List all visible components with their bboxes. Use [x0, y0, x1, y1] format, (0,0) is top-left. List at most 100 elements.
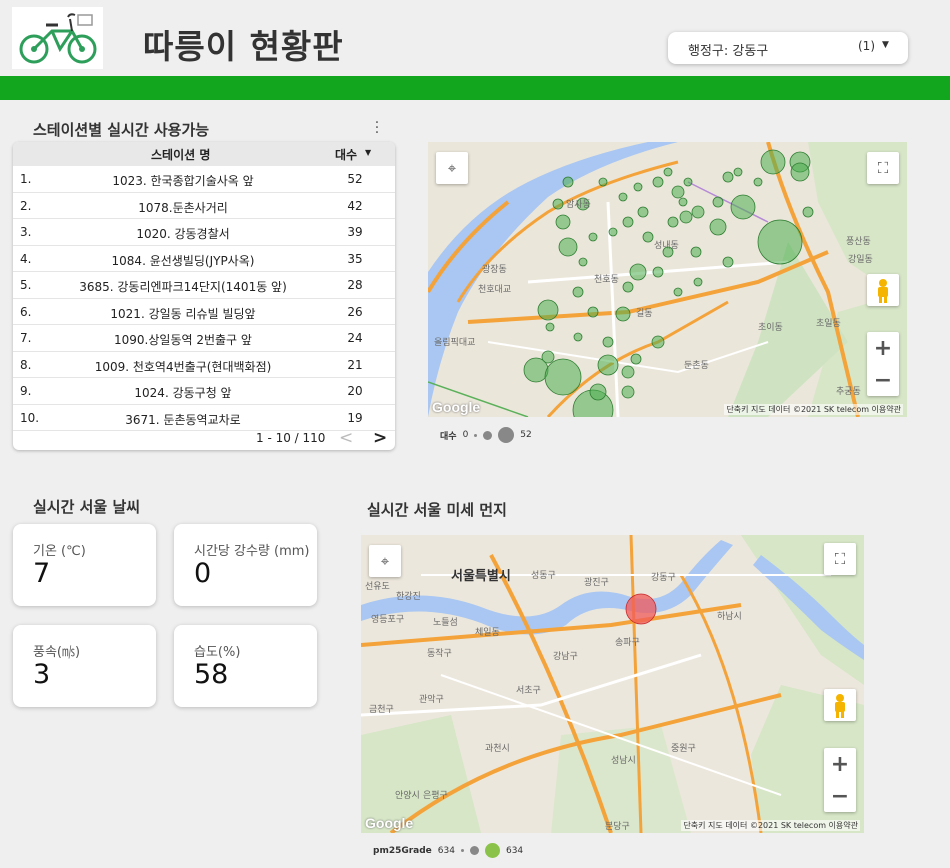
station-bubble[interactable]: [690, 246, 702, 258]
station-bubble[interactable]: [760, 149, 786, 175]
fullscreen-icon[interactable]: ⛶: [867, 152, 899, 184]
station-bubble[interactable]: [757, 219, 803, 265]
station-bubble[interactable]: [552, 198, 564, 210]
station-bubble[interactable]: [602, 336, 614, 348]
station-bubble[interactable]: [730, 194, 756, 220]
dust-bubble[interactable]: [625, 593, 657, 625]
station-bubble[interactable]: [671, 185, 685, 199]
station-bubble[interactable]: [733, 167, 743, 177]
station-bubble[interactable]: [621, 385, 635, 399]
bike-count: 26: [347, 304, 363, 319]
station-bubble[interactable]: [588, 232, 598, 242]
table-row[interactable]: 9. 1024. 강동구청 앞 20: [13, 378, 395, 405]
station-bubble[interactable]: [637, 206, 649, 218]
station-bubble[interactable]: [572, 286, 584, 298]
more-options-icon[interactable]: · · ·: [372, 116, 382, 140]
station-bubble[interactable]: [651, 335, 665, 349]
zoom-in-icon[interactable]: +: [824, 748, 856, 780]
station-bubble[interactable]: [691, 205, 705, 219]
table-row[interactable]: 3. 1020. 강동경찰서 39: [13, 219, 395, 246]
map-label: 성동구: [531, 571, 556, 581]
precipitation-card: 시간당 강수량 (mm) 0: [174, 524, 317, 606]
station-bubble[interactable]: [679, 210, 693, 224]
weather-section-title: 실시간 서울 날씨: [33, 498, 141, 516]
station-bubble[interactable]: [693, 277, 703, 287]
bike-station-map[interactable]: 암사동 천호대교 올림픽대교 천호동 길동 강일동 초이동 초일동 풍산동 추궁…: [428, 142, 907, 417]
station-bubble[interactable]: [573, 332, 583, 342]
station-bubble[interactable]: [652, 176, 664, 188]
station-bubble[interactable]: [537, 299, 559, 321]
station-bubble[interactable]: [544, 358, 582, 396]
location-icon[interactable]: ⌖: [369, 545, 401, 577]
table-row[interactable]: 8. 1009. 천호역4번출구(현대백화점) 21: [13, 352, 395, 378]
station-bubble[interactable]: [722, 256, 734, 268]
table-row[interactable]: 10. 3671. 둔촌동역교차로 19: [13, 405, 395, 431]
station-bubble[interactable]: [663, 167, 673, 177]
station-bubble[interactable]: [642, 231, 654, 243]
map-attribution[interactable]: 단축키 지도 데이터 ©2021 SK telecom 이용약관: [681, 820, 860, 831]
station-bubble[interactable]: [597, 354, 619, 376]
map-label: 강일동: [848, 255, 873, 265]
table-row[interactable]: 5. 3685. 강동리엔파크14단지(1401동 앞) 28: [13, 272, 395, 299]
fine-dust-map[interactable]: 서울특별시 선유도 한강진 성동구 광진구 강동구 하남시 영등포구 노들섬 체…: [361, 535, 864, 833]
station-bubble[interactable]: [652, 266, 664, 278]
column-header-count[interactable]: 대수: [335, 146, 357, 163]
previous-page-icon[interactable]: <: [339, 428, 353, 448]
table-row[interactable]: 4. 1084. 윤선생빌딩(JYP사옥) 35: [13, 246, 395, 272]
station-bubble[interactable]: [587, 306, 599, 318]
table-row[interactable]: 7. 1090.상일동역 2번출구 앞 24: [13, 325, 395, 352]
street-view-pegman-icon[interactable]: [824, 689, 856, 721]
station-bubble[interactable]: [558, 237, 578, 257]
dust-map-legend: pm25Grade 634 634: [373, 843, 523, 858]
station-bubble[interactable]: [618, 192, 628, 202]
station-name: 1020. 강동경찰서: [136, 227, 230, 241]
zoom-in-icon[interactable]: +: [867, 332, 899, 364]
sort-desc-icon[interactable]: ▼: [365, 148, 371, 157]
station-bubble[interactable]: [678, 197, 688, 207]
station-bubble[interactable]: [667, 216, 679, 228]
map-label: 과천시: [485, 744, 510, 754]
table-row[interactable]: 6. 1021. 강일동 리슈빌 빌딩앞 26: [13, 299, 395, 325]
station-bubble[interactable]: [608, 227, 618, 237]
station-bubble[interactable]: [615, 306, 631, 322]
table-row[interactable]: 1. 1023. 한국종합기술사옥 앞 52: [13, 166, 395, 193]
station-bubble[interactable]: [523, 357, 549, 383]
station-bubble[interactable]: [753, 177, 763, 187]
station-bubble[interactable]: [562, 176, 574, 188]
station-bubble[interactable]: [555, 214, 571, 230]
map-label: 하남시: [717, 612, 742, 622]
station-bubble[interactable]: [622, 281, 634, 293]
station-bubble[interactable]: [673, 287, 683, 297]
district-filter[interactable]: 행정구: 강동구 (1) ▼: [668, 32, 908, 64]
station-bubble[interactable]: [722, 171, 734, 183]
zoom-out-icon[interactable]: −: [867, 364, 899, 396]
station-bubble[interactable]: [709, 218, 727, 236]
station-bubble[interactable]: [578, 257, 588, 267]
station-bubble[interactable]: [622, 216, 634, 228]
map-label: 중원구: [671, 744, 696, 754]
header: 따릉이 현황판 행정구: 강동구 (1) ▼: [0, 0, 950, 76]
street-view-pegman-icon[interactable]: [867, 274, 899, 306]
wind-speed-value: 3: [33, 659, 51, 690]
column-header-name[interactable]: 스테이션 명: [151, 146, 210, 163]
station-bubble[interactable]: [633, 182, 643, 192]
station-bubble[interactable]: [598, 177, 608, 187]
row-rank: 6.: [20, 304, 32, 319]
location-icon[interactable]: ⌖: [436, 152, 468, 184]
station-bubble[interactable]: [683, 177, 693, 187]
station-bubble[interactable]: [545, 322, 555, 332]
zoom-out-icon[interactable]: −: [824, 780, 856, 812]
map-attribution[interactable]: 단축키 지도 데이터 ©2021 SK telecom 이용약관: [724, 404, 903, 415]
station-bubble[interactable]: [790, 162, 810, 182]
fullscreen-icon[interactable]: ⛶: [824, 543, 856, 575]
station-bubble[interactable]: [629, 263, 647, 281]
station-bubble[interactable]: [630, 353, 642, 365]
station-bubble[interactable]: [712, 196, 724, 208]
station-bubble[interactable]: [589, 383, 607, 401]
next-page-icon[interactable]: >: [373, 428, 387, 448]
bike-logo: [12, 7, 103, 69]
station-bubble[interactable]: [802, 206, 814, 218]
city-label: 서울특별시: [451, 569, 511, 584]
station-bubble[interactable]: [621, 365, 635, 379]
table-row[interactable]: 2. 1078.둔촌사거리 42: [13, 193, 395, 219]
